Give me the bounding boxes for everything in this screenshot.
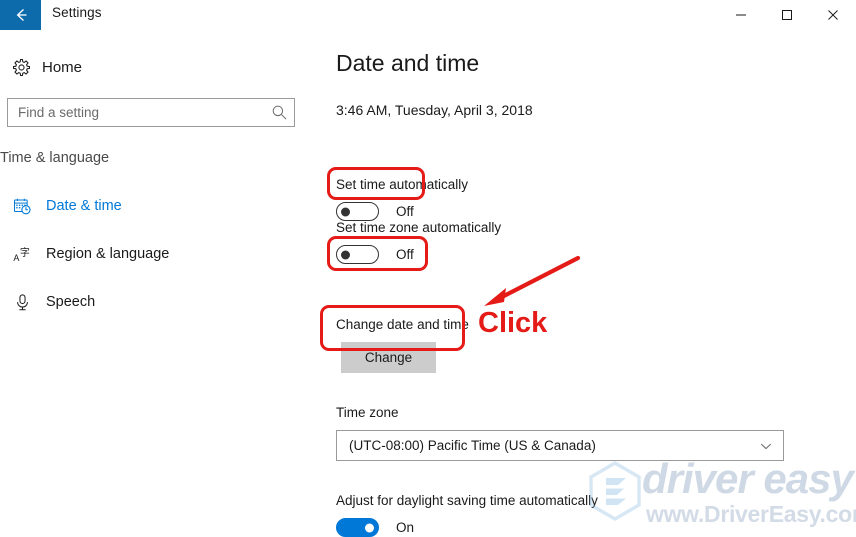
search-box[interactable] [7,98,295,127]
sidebar-item-region-and-language[interactable]: A 字 Region & language [0,230,318,278]
set-timezone-automatically-toggle[interactable] [336,245,379,264]
close-button[interactable] [810,0,856,30]
toggle-knob [341,250,350,259]
svg-text:字: 字 [19,246,29,259]
sidebar-nav-list: Date & time A 字 Region & language Speech [0,182,318,326]
set-time-automatically-toggle[interactable] [336,202,379,221]
language-icon: A 字 [8,245,36,264]
title-bar: Settings [0,0,856,30]
close-icon [828,10,838,20]
calendar-clock-icon [8,197,36,216]
microphone-icon [8,293,36,312]
set-timezone-automatically-state: Off [396,247,414,262]
sidebar-category-label: Time & language [0,150,110,166]
set-time-automatically-row: Off [336,202,414,221]
current-date-time-text: 3:46 AM, Tuesday, April 3, 2018 [336,102,533,118]
sidebar-item-label: Speech [46,294,96,310]
window-controls [718,0,856,30]
sidebar-item-home[interactable]: Home [6,50,296,84]
gear-icon [6,58,36,77]
daylight-saving-label: Adjust for daylight saving time automati… [336,493,598,508]
sidebar-item-label: Region & language [46,246,170,262]
sidebar-home-label: Home [42,58,83,76]
time-zone-value: (UTC-08:00) Pacific Time (US & Canada) [349,438,596,453]
minimize-button[interactable] [718,0,764,30]
main-content: Date and time 3:46 AM, Tuesday, April 3,… [318,30,856,537]
back-button[interactable] [0,0,41,30]
set-time-automatically-label: Set time automatically [336,177,469,192]
chevron-down-icon [749,438,783,454]
toggle-knob [341,207,350,216]
sidebar-item-date-and-time[interactable]: Date & time [0,182,318,230]
set-time-automatically-state: Off [396,204,414,219]
svg-text:A: A [13,252,19,262]
change-date-and-time-label: Change date and time [336,317,469,332]
sidebar-item-speech[interactable]: Speech [0,278,318,326]
change-button[interactable]: Change [341,342,436,373]
set-timezone-automatically-label: Set time zone automatically [336,220,502,235]
sidebar: Home Time & language [0,30,318,528]
window-title: Settings [52,5,102,20]
maximize-icon [782,10,792,20]
maximize-button[interactable] [764,0,810,30]
sidebar-item-label: Date & time [46,198,122,214]
time-zone-dropdown[interactable]: (UTC-08:00) Pacific Time (US & Canada) [336,430,784,461]
page-title: Date and time [336,50,480,76]
search-input[interactable] [8,99,264,126]
back-arrow-icon [11,5,31,25]
minimize-icon [736,14,746,16]
time-zone-label: Time zone [336,405,399,420]
set-timezone-automatically-row: Off [336,245,414,264]
search-icon[interactable] [264,99,294,126]
